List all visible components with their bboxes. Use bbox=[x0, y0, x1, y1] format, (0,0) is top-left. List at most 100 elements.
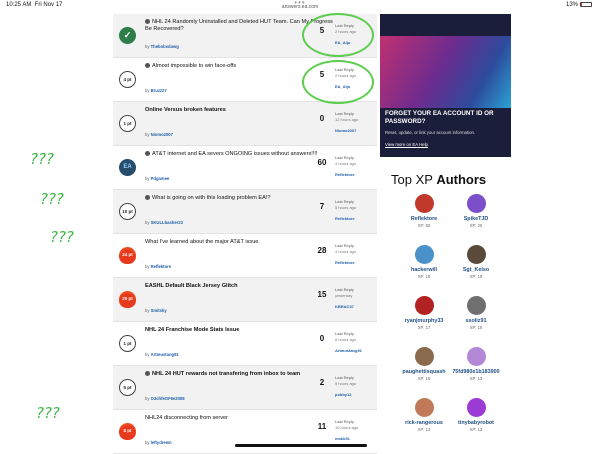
top-author-card[interactable]: Reflektore XP: 50 bbox=[394, 194, 454, 228]
topic-title[interactable]: NHL 24 HUT rewards not transfering from … bbox=[145, 371, 335, 378]
topic-row[interactable]: 1 pt NHL 24 Franchise Mode Stats Issue by … bbox=[113, 322, 377, 366]
url-bar[interactable]: answers.ea.com bbox=[0, 4, 600, 10]
points-badge: 1 pt bbox=[119, 115, 136, 132]
top-author-card[interactable]: hackerwill XP: 18 bbox=[394, 245, 454, 279]
last-reply-info: Last Reply 10 hours ago mokk91 bbox=[335, 419, 375, 442]
ea-help-ad[interactable]: FORGET YOUR EA ACCOUNT ID OR PASSWORD? R… bbox=[380, 14, 511, 157]
topic-row[interactable]: 10 pt What is going on with this loading … bbox=[113, 190, 377, 234]
author-name-link[interactable]: paughettisquash bbox=[394, 369, 454, 375]
topic-type-icon bbox=[145, 63, 150, 69]
topic-title[interactable]: Online Versus broken features bbox=[145, 107, 335, 114]
author-name-link[interactable]: Sgt_Kelso bbox=[446, 267, 506, 273]
topic-row[interactable]: 8 pt NHL24 disconnecting from server by le… bbox=[113, 410, 377, 454]
author-xp: XP: 18 bbox=[469, 274, 483, 279]
top-author-card[interactable]: ssoliz91 XP: 16 bbox=[446, 296, 506, 330]
author-name-link[interactable]: 75fd980e1b183900 bbox=[446, 369, 506, 375]
topic-row[interactable]: 1 pt Online Versus broken features by Niom… bbox=[113, 102, 377, 146]
top-author-card[interactable]: tinybabyrobot XP: 12 bbox=[446, 398, 506, 432]
topic-author-line: by SKULLbasher23 bbox=[145, 220, 183, 225]
top-author-card[interactable]: ryanjmurphy33 XP: 17 bbox=[394, 296, 454, 330]
topic-author-link[interactable]: Niomo2007 bbox=[151, 132, 173, 137]
topic-row[interactable]: EA AT&T internet and EA severs ONGOING is… bbox=[113, 146, 377, 190]
author-xp: XP: 16 bbox=[417, 376, 431, 381]
topic-author-link[interactable]: Smitsky bbox=[151, 308, 167, 313]
annotation-question-marks: ??? bbox=[50, 228, 74, 246]
ad-link[interactable]: View more on EA Help bbox=[385, 142, 428, 147]
avatar[interactable] bbox=[414, 245, 434, 264]
author-name-link[interactable]: rick-rangerous bbox=[394, 420, 454, 426]
last-reply-info: Last Reply yesterday KBRAC37 bbox=[335, 287, 375, 310]
topic-author-link[interactable]: Bruzz27 bbox=[151, 88, 167, 93]
top-author-card[interactable]: SpikeTJD XP: 25 bbox=[446, 194, 506, 228]
top-author-card[interactable]: Sgt_Kelso XP: 18 bbox=[446, 245, 506, 279]
last-reply-info: Last Reply 8 hours ago Artmustang91 bbox=[335, 331, 375, 354]
topic-author-line: by Pdgamee bbox=[145, 176, 170, 181]
topic-author-link[interactable]: Reflektore bbox=[151, 264, 171, 269]
last-reply-author-link[interactable]: Niomo2007 bbox=[335, 128, 375, 134]
topic-title[interactable]: AT&T internet and EA severs ONGOING issu… bbox=[145, 151, 335, 158]
avatar[interactable] bbox=[414, 194, 434, 213]
topic-author-line: by Artmustang91 bbox=[145, 352, 179, 357]
annotation-circle bbox=[302, 60, 374, 104]
avatar[interactable] bbox=[414, 347, 434, 366]
topic-author-link[interactable]: O3chfeOF6e2008 bbox=[151, 396, 185, 401]
topic-row[interactable]: 24 pt What I've learned about the major A… bbox=[113, 234, 377, 278]
points-badge: 5 pt bbox=[119, 379, 136, 396]
home-indicator[interactable] bbox=[235, 444, 367, 447]
author-xp: XP: 25 bbox=[469, 223, 483, 228]
last-reply-info: Last Reply 5 hours ago Reflektore bbox=[335, 199, 375, 222]
topic-author-link[interactable]: Thebobsdawg bbox=[151, 44, 179, 49]
topic-author-line: by O3chfeOF6e2008 bbox=[145, 396, 185, 401]
annotation-question-marks: ??? bbox=[30, 150, 54, 168]
topic-row[interactable]: 5 pt NHL 24 HUT rewards not transfering f… bbox=[113, 366, 377, 410]
topic-author-link[interactable]: SKULLbasher23 bbox=[151, 220, 183, 225]
points-badge: 1 pt bbox=[119, 335, 136, 352]
author-name-link[interactable]: SpikeTJD bbox=[446, 216, 506, 222]
avatar[interactable] bbox=[466, 296, 486, 315]
last-reply-author-link[interactable]: pobby12 bbox=[335, 392, 375, 398]
author-name-link[interactable]: hackerwill bbox=[394, 267, 454, 273]
last-reply-author-link[interactable]: Artmustang91 bbox=[335, 348, 375, 354]
last-reply-author-link[interactable]: KBRAC37 bbox=[335, 304, 375, 310]
last-reply-author-link[interactable]: mokk91 bbox=[335, 436, 375, 442]
topic-type-icon bbox=[145, 371, 150, 377]
topic-author-link[interactable]: Pdgamee bbox=[151, 176, 170, 181]
topic-type-icon bbox=[145, 195, 150, 201]
last-reply-author-link[interactable]: Reflektore bbox=[335, 172, 375, 178]
avatar[interactable] bbox=[466, 398, 486, 417]
author-xp: XP: 16 bbox=[469, 325, 483, 330]
top-author-card[interactable]: paughettisquash XP: 16 bbox=[394, 347, 454, 381]
author-name-link[interactable]: ssoliz91 bbox=[446, 318, 506, 324]
avatar[interactable] bbox=[414, 398, 434, 417]
avatar[interactable] bbox=[414, 296, 434, 315]
topic-title[interactable]: Almost impossible to win face-offs bbox=[145, 63, 335, 70]
topic-author-link[interactable]: leftydrewn bbox=[151, 440, 172, 445]
top-author-card[interactable]: rick-rangerous XP: 13 bbox=[394, 398, 454, 432]
reply-count: 2 bbox=[319, 378, 325, 387]
reply-count: 15 bbox=[317, 290, 327, 299]
author-name-link[interactable]: Reflektore bbox=[394, 216, 454, 222]
author-name-link[interactable]: ryanjmurphy33 bbox=[394, 318, 454, 324]
hot-topic-fire-icon: 20 pt bbox=[119, 291, 136, 308]
avatar[interactable] bbox=[466, 194, 486, 213]
topic-title[interactable]: NHL24 disconnecting from server bbox=[145, 415, 335, 422]
avatar[interactable] bbox=[466, 347, 486, 366]
last-reply-author-link[interactable]: Reflektore bbox=[335, 216, 375, 222]
author-xp: XP: 50 bbox=[417, 223, 431, 228]
solved-checkmark-icon: ✓ bbox=[119, 27, 136, 44]
topic-author-line: by Bruzz27 bbox=[145, 88, 167, 93]
topic-author-link[interactable]: Artmustang91 bbox=[151, 352, 179, 357]
topic-title[interactable]: EASHL Default Black Jersey Glitch bbox=[145, 283, 335, 290]
topic-title[interactable]: What is going on with this loading probl… bbox=[145, 195, 335, 202]
points-badge: 10 pt bbox=[119, 203, 136, 220]
topic-title[interactable]: What I've learned about the major AT&T i… bbox=[145, 239, 335, 246]
reply-count: 7 bbox=[319, 202, 325, 211]
author-name-link[interactable]: tinybabyrobot bbox=[446, 420, 506, 426]
avatar[interactable] bbox=[466, 245, 486, 264]
topic-row[interactable]: 20 pt EASHL Default Black Jersey Glitch by… bbox=[113, 278, 377, 322]
topic-title[interactable]: NHL 24 Franchise Mode Stats Issue bbox=[145, 327, 335, 334]
battery-icon bbox=[580, 2, 592, 7]
last-reply-author-link[interactable]: Reflektore bbox=[335, 260, 375, 266]
battery-indicator: 13% bbox=[566, 2, 592, 8]
top-author-card[interactable]: 75fd980e1b183900 XP: 13 bbox=[446, 347, 506, 381]
